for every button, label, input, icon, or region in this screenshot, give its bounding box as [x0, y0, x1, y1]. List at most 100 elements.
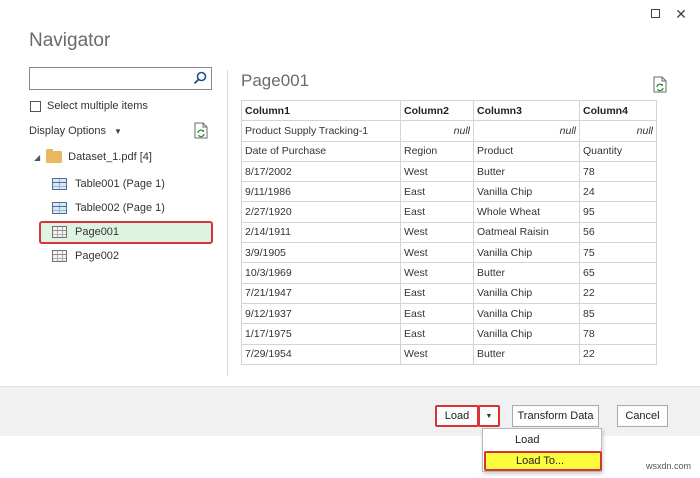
close-button[interactable]: ✕ [671, 6, 691, 22]
table-cell: East [400, 323, 474, 345]
table-cell: East [400, 181, 474, 203]
table-row: 9/11/1986 East Vanilla Chip 24 [241, 181, 657, 203]
table-cell: Oatmeal Raisin [473, 221, 580, 244]
folder-icon [46, 149, 63, 163]
table-cell: 2/27/1920 [241, 201, 401, 223]
menu-item-load[interactable]: Load [483, 430, 601, 450]
table-cell: 95 [579, 201, 657, 223]
search-input[interactable] [32, 69, 190, 88]
refresh-document-icon [653, 76, 667, 93]
table-cell: 8/17/2002 [241, 160, 401, 183]
table-cell: West [400, 262, 474, 284]
table-cell: Vanilla Chip [473, 302, 580, 325]
display-options-label: Display Options [29, 125, 107, 137]
cancel-button[interactable]: Cancel [617, 405, 668, 427]
table-cell: Butter [473, 160, 580, 183]
maximize-icon [650, 9, 660, 18]
table-cell: 7/21/1947 [241, 282, 401, 304]
tree-item-table001[interactable]: Table001 (Page 1) [52, 174, 165, 194]
load-button[interactable]: Load [435, 405, 479, 427]
close-icon: ✕ [675, 6, 687, 22]
collapse-triangle-icon[interactable]: ◢ [34, 153, 40, 162]
table-cell: Vanilla Chip [473, 323, 580, 345]
table-cell: 9/12/1937 [241, 302, 401, 325]
search-icon [193, 71, 207, 85]
table-cell: 78 [579, 160, 657, 183]
maximize-button[interactable] [645, 6, 665, 22]
select-multiple-checkbox[interactable] [30, 100, 41, 112]
table-cell: 9/11/1986 [241, 181, 401, 203]
table-cell: 75 [579, 242, 657, 264]
search-box[interactable] [29, 67, 212, 90]
panel-divider[interactable] [227, 70, 228, 376]
table-cell: Whole Wheat [473, 201, 580, 223]
load-dropdown-menu: Load Load To... [482, 428, 602, 472]
tree-item-label: Table002 (Page 1) [75, 202, 165, 214]
refresh-button-left[interactable] [194, 122, 208, 142]
table-cell: Butter [473, 262, 580, 284]
preview-title: Page001 [241, 71, 310, 90]
table-row: 9/12/1937 East Vanilla Chip 85 [241, 302, 657, 325]
table-cell: Product [473, 140, 580, 162]
tree-item-label: Table001 (Page 1) [75, 178, 165, 190]
table-cell: Region [400, 140, 474, 162]
column-header: Column3 [473, 99, 580, 122]
refresh-button-right[interactable] [653, 76, 667, 96]
tree-item-page001[interactable]: Page001 [52, 222, 119, 242]
page-table-icon [52, 250, 67, 262]
table-cell: 10/3/1969 [241, 262, 401, 284]
table-cell: East [400, 302, 474, 325]
refresh-document-icon [194, 122, 208, 139]
table-cell: 56 [579, 221, 657, 244]
table-header-row: Column1 Column2 Column3 Column4 [241, 99, 657, 122]
table-cell: 3/9/1905 [241, 242, 401, 264]
navigator-dialog: ✕ Navigator Select multiple items Displa… [0, 0, 700, 478]
column-header: Column2 [400, 99, 474, 122]
table-cell: Quantity [579, 140, 657, 162]
table-row: 2/14/1911 West Oatmeal Raisin 56 [241, 221, 657, 244]
table-cell: 85 [579, 302, 657, 325]
table-row: Product Supply Tracking-1 null null null [241, 120, 657, 142]
table-cell: East [400, 201, 474, 223]
display-options-dropdown[interactable]: Display Options ▼ [29, 125, 122, 137]
table-icon [52, 178, 67, 190]
table-cell: 1/17/1975 [241, 323, 401, 345]
table-cell: 65 [579, 262, 657, 284]
tree-item-label: Page001 [75, 226, 120, 238]
tree-root-label: Dataset_1.pdf [4] [68, 151, 152, 163]
table-cell: Date of Purchase [241, 140, 401, 162]
page-table-icon [52, 226, 67, 238]
select-multiple-items[interactable]: Select multiple items [30, 100, 148, 112]
table-cell: 78 [579, 323, 657, 345]
tree-item-label: Page002 [75, 250, 120, 262]
table-cell: 24 [579, 181, 657, 203]
table-cell: Product Supply Tracking-1 [241, 120, 401, 142]
table-cell: Vanilla Chip [473, 282, 580, 304]
table-cell: 7/29/1954 [241, 343, 401, 365]
tree-item-page002[interactable]: Page002 [52, 246, 119, 266]
table-cell: East [400, 282, 474, 304]
caret-down-icon: ▼ [114, 126, 122, 136]
table-cell: West [400, 221, 474, 244]
table-cell: Vanilla Chip [473, 242, 580, 264]
table-cell: West [400, 160, 474, 183]
table-row: 1/17/1975 East Vanilla Chip 78 [241, 323, 657, 345]
table-row: 7/29/1954 West Butter 22 [241, 343, 657, 365]
table-cell: 22 [579, 343, 657, 365]
tree-root-dataset[interactable]: ◢ Dataset_1.pdf [4] [34, 149, 152, 163]
table-cell-null: null [400, 120, 474, 142]
dialog-title: Navigator [29, 30, 111, 51]
table-cell-null: null [579, 120, 657, 142]
table-cell: 2/14/1911 [241, 221, 401, 244]
column-header: Column1 [241, 99, 401, 122]
search-button[interactable] [189, 68, 211, 89]
table-row: 3/9/1905 West Vanilla Chip 75 [241, 242, 657, 264]
table-row: 7/21/1947 East Vanilla Chip 22 [241, 282, 657, 304]
table-row: 2/27/1920 East Whole Wheat 95 [241, 201, 657, 223]
tree-item-table002[interactable]: Table002 (Page 1) [52, 198, 165, 218]
load-dropdown-button[interactable]: ▼ [478, 405, 500, 427]
menu-item-load-to[interactable]: Load To... [484, 451, 602, 471]
select-multiple-label: Select multiple items [47, 100, 148, 112]
column-header: Column4 [579, 99, 657, 122]
transform-data-button[interactable]: Transform Data [512, 405, 599, 427]
